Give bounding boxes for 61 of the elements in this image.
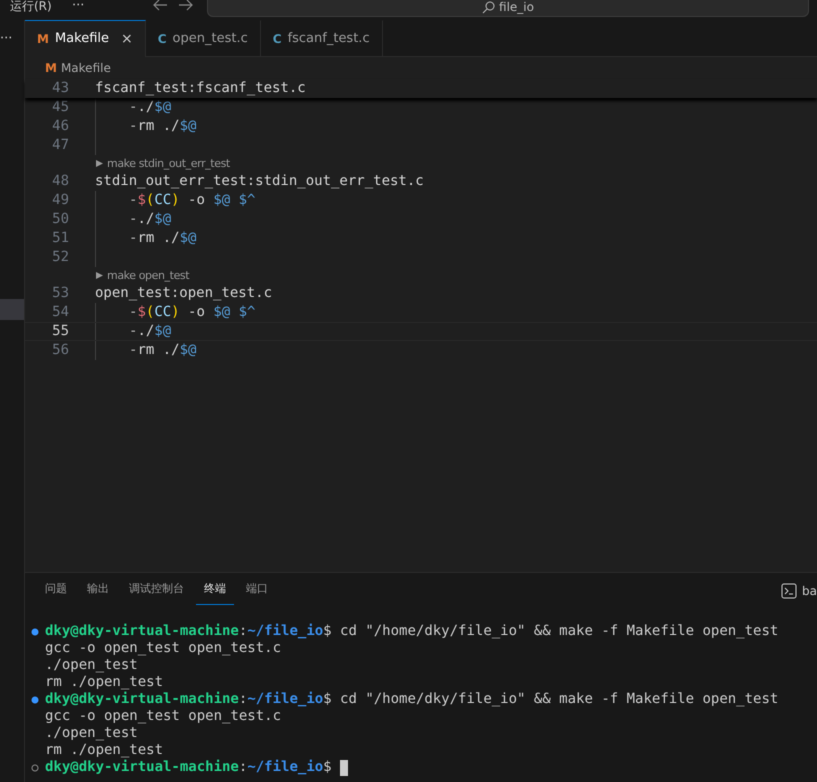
terminal-line: ./open_test — [45, 657, 138, 674]
file-icon: C — [158, 30, 167, 48]
breadcrumb[interactable]: M Makefile — [25, 57, 817, 79]
line-number: 47 — [51, 136, 69, 155]
line-number: 53 — [51, 284, 69, 303]
terminal-line: dky@dky-virtual-machine:~/file_io$ — [45, 759, 333, 776]
code-line: open_test:open_test.c — [95, 284, 272, 303]
more-menu[interactable]: ··· — [72, 0, 84, 16]
line-number: 46 — [51, 117, 69, 136]
code-line: -./$@ — [95, 210, 172, 229]
search-icon — [482, 1, 496, 14]
hollow-dot-icon[interactable] — [31, 764, 39, 772]
file-icon: C — [272, 30, 282, 48]
line-number: 56 — [51, 341, 69, 360]
code-line: -$(CC) -o $@ $^ — [95, 303, 256, 322]
line-number: 49 — [51, 191, 69, 210]
terminal-line: dky@dky-virtual-machine:~/file_io$ cd "/home/dky/file_io" && make -f Makefile open_test — [45, 623, 778, 640]
terminal-line: rm ./open_test — [45, 674, 164, 691]
code-line: stdin_out_err_test:stdin_out_err_test.c — [95, 172, 424, 191]
code-line: -rm ./$@ — [95, 341, 196, 360]
run-target-link[interactable]: make open_test — [107, 267, 190, 284]
play-icon[interactable] — [95, 159, 104, 168]
search-field[interactable]: file_io — [207, 0, 809, 17]
menu-item[interactable]: 运行(R) — [10, 0, 52, 15]
line-number: 50 — [51, 210, 69, 229]
line-number: 54 — [51, 303, 69, 322]
terminal-line: gcc -o open_test open_test.c — [45, 640, 282, 657]
success-dot-icon[interactable] — [31, 628, 39, 636]
terminal-line: rm ./open_test — [45, 742, 164, 759]
line-number: 55 — [51, 323, 69, 340]
code-line: -./$@ — [95, 323, 172, 340]
file-icon: M — [45, 59, 57, 77]
line-number: 51 — [51, 229, 69, 248]
line-number: 45 — [51, 98, 69, 117]
close-icon[interactable]: × — [121, 28, 133, 50]
run-target-link[interactable]: make stdin_out_err_test — [107, 155, 230, 172]
terminal-line: dky@dky-virtual-machine:~/file_io$ cd "/home/dky/file_io" && make -f Makefile open_test — [45, 691, 778, 708]
back-arrow-icon[interactable] — [152, 0, 168, 12]
terminal-tab[interactable]: ba — [781, 582, 817, 600]
play-icon[interactable] — [95, 271, 104, 280]
line-number: 52 — [51, 248, 69, 267]
panel-tab[interactable]: 调试控制台 — [121, 575, 192, 605]
code-line: -rm ./$@ — [95, 229, 196, 248]
panel-tab[interactable]: 端口 — [238, 575, 276, 605]
panel-tab[interactable]: 输出 — [79, 575, 117, 605]
forward-arrow-icon[interactable] — [178, 0, 194, 12]
terminal-icon — [781, 583, 798, 599]
editor-tab[interactable]: M Makefile × — [25, 20, 146, 57]
line-number: 48 — [51, 172, 69, 191]
code-line: -./$@ — [95, 98, 172, 117]
success-dot-icon[interactable] — [31, 696, 39, 704]
line-number: 43 — [51, 79, 69, 98]
panel-tab[interactable]: 终端 — [196, 575, 234, 605]
terminal-line: gcc -o open_test open_test.c — [45, 708, 282, 725]
code-line: fscanf_test:fscanf_test.c — [95, 79, 306, 98]
terminal-line: ./open_test — [45, 725, 138, 742]
more-menu[interactable]: ··· — [0, 32, 12, 45]
file-icon: M — [37, 30, 49, 48]
code-line: -rm ./$@ — [95, 117, 196, 136]
panel-tab[interactable]: 问题 — [37, 575, 75, 605]
code-line: -$(CC) -o $@ $^ — [95, 191, 256, 210]
